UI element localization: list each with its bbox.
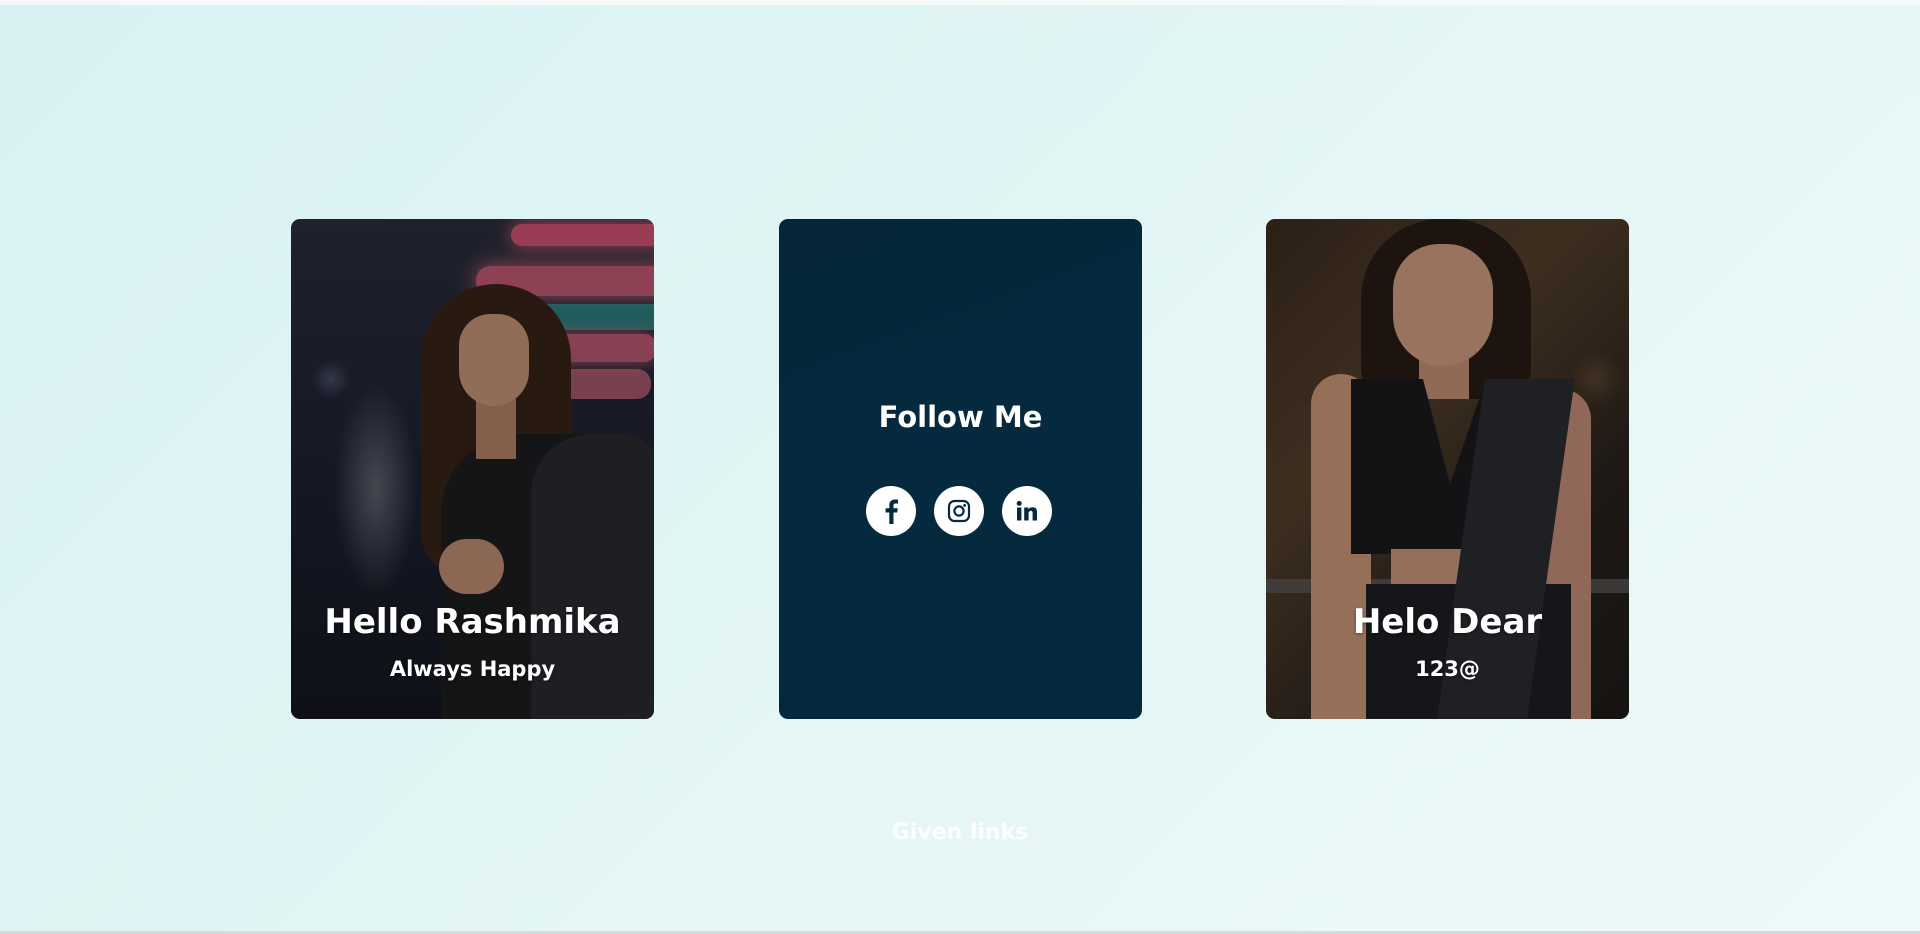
card-title: Hello Rashmika [324,602,621,642]
instagram-icon [947,499,971,523]
social-links [866,486,1056,536]
given-links-link[interactable]: Given links [0,820,1920,845]
top-strip [0,0,1920,5]
photo-overlay [291,219,654,719]
instagram-button[interactable] [934,486,984,536]
card-subtitle: Always Happy [389,657,556,681]
card-subtitle: 123@ [1415,657,1480,681]
card-title: Helo Dear [1352,602,1543,642]
follow-me-title: Follow Me [878,400,1043,434]
facebook-button[interactable] [866,486,916,536]
follow-me-card: Follow Me [779,219,1142,719]
linkedin-icon [1016,500,1037,521]
profile-card-dear[interactable]: Helo Dear 123@ [1266,219,1629,719]
photo-overlay [1266,219,1629,719]
facebook-icon [885,499,898,524]
linkedin-button[interactable] [1002,486,1052,536]
profile-card-rashmika[interactable]: Hello Rashmika Always Happy [291,219,654,719]
